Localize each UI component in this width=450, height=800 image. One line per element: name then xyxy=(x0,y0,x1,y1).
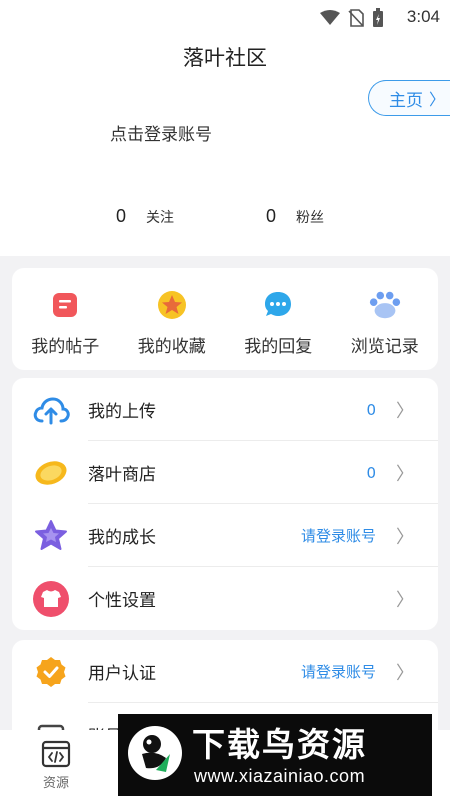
bird-logo-icon xyxy=(128,726,182,780)
followers-count: 0 xyxy=(266,206,277,226)
quick-action-history[interactable]: 浏览记录 xyxy=(332,268,439,370)
tab-resources[interactable]: 资源 xyxy=(26,740,86,791)
quick-actions-card: 我的帖子 我的收藏 我的回复 浏览记录 xyxy=(12,268,438,370)
chevron-right-icon: 〉 xyxy=(429,90,446,109)
wifi-icon xyxy=(320,10,340,25)
menu-card: 我的上传 0 〉 落叶商店 0 〉 我的成长 请登录账号 〉 个性设置 〉 xyxy=(12,378,438,630)
chevron-right-icon: 〉 xyxy=(396,662,414,684)
following-label: 关注 xyxy=(146,210,175,226)
quick-action-replies[interactable]: 我的回复 xyxy=(225,268,332,370)
quick-action-label: 我的回复 xyxy=(244,337,313,357)
menu-item-label: 我的成长 xyxy=(88,528,156,548)
chevron-right-icon: 〉 xyxy=(396,526,414,548)
menu-item-value: 0 xyxy=(366,463,376,482)
menu-item-label: 个性设置 xyxy=(88,591,156,611)
menu-item-uploads[interactable]: 我的上传 0 〉 xyxy=(12,378,438,441)
paw-icon xyxy=(368,288,402,322)
battery-charging-icon xyxy=(373,8,383,27)
chevron-right-icon: 〉 xyxy=(396,589,414,611)
clock: 3:04 xyxy=(406,7,440,26)
code-icon xyxy=(41,740,71,768)
coin-icon xyxy=(32,454,70,492)
verified-icon xyxy=(32,653,70,691)
watermark-banner: 下载鸟资源 www.xiazainiao.com xyxy=(118,714,432,796)
quick-action-label: 浏览记录 xyxy=(350,337,419,357)
followers-label: 粉丝 xyxy=(296,210,325,226)
menu-item-label: 我的上传 xyxy=(88,402,156,422)
chat-bubble-icon xyxy=(261,288,295,322)
shirt-icon xyxy=(32,580,70,618)
menu-item-value: 请登录账号 xyxy=(300,527,376,545)
menu-item-label: 落叶商店 xyxy=(88,465,156,485)
chevron-right-icon: 〉 xyxy=(396,400,414,422)
star-icon xyxy=(155,288,189,322)
watermark-url: www.xiazainiao.com xyxy=(194,766,366,786)
watermark-title: 下载鸟资源 xyxy=(192,725,367,764)
quick-action-my-posts[interactable]: 我的帖子 xyxy=(12,268,119,370)
post-icon xyxy=(48,288,82,322)
menu-item-label: 用户认证 xyxy=(88,664,156,684)
tab-label: 资源 xyxy=(42,776,69,791)
following-count: 0 xyxy=(116,206,127,226)
login-link[interactable]: 点击登录账号 xyxy=(110,120,212,145)
star-badge-icon xyxy=(32,517,70,555)
menu-item-value: 0 xyxy=(366,400,376,419)
status-icons xyxy=(320,8,384,28)
home-button[interactable]: 主页 〉 xyxy=(368,80,450,116)
menu-item-growth[interactable]: 我的成长 请登录账号 〉 xyxy=(12,504,438,567)
profile-header: 落叶社区 主页 〉 点击登录账号 0 关注 0 粉丝 xyxy=(0,34,450,256)
cloud-upload-icon xyxy=(32,391,70,429)
home-button-label: 主页 xyxy=(389,90,423,111)
menu-item-shop[interactable]: 落叶商店 0 〉 xyxy=(12,441,438,504)
menu-item-personalize[interactable]: 个性设置 〉 xyxy=(12,567,438,630)
quick-action-favorites[interactable]: 我的收藏 xyxy=(119,268,226,370)
status-bar: 3:04 xyxy=(0,0,450,34)
page-title: 落叶社区 xyxy=(183,46,267,70)
no-sim-icon xyxy=(348,9,364,27)
chevron-right-icon: 〉 xyxy=(396,463,414,485)
following-stat[interactable]: 0 关注 xyxy=(116,206,174,227)
quick-action-label: 我的帖子 xyxy=(31,337,100,357)
followers-stat[interactable]: 0 粉丝 xyxy=(266,206,324,227)
menu-item-verification[interactable]: 用户认证 请登录账号 〉 xyxy=(12,640,438,703)
quick-action-label: 我的收藏 xyxy=(137,337,206,357)
menu-item-value: 请登录账号 xyxy=(300,663,376,681)
